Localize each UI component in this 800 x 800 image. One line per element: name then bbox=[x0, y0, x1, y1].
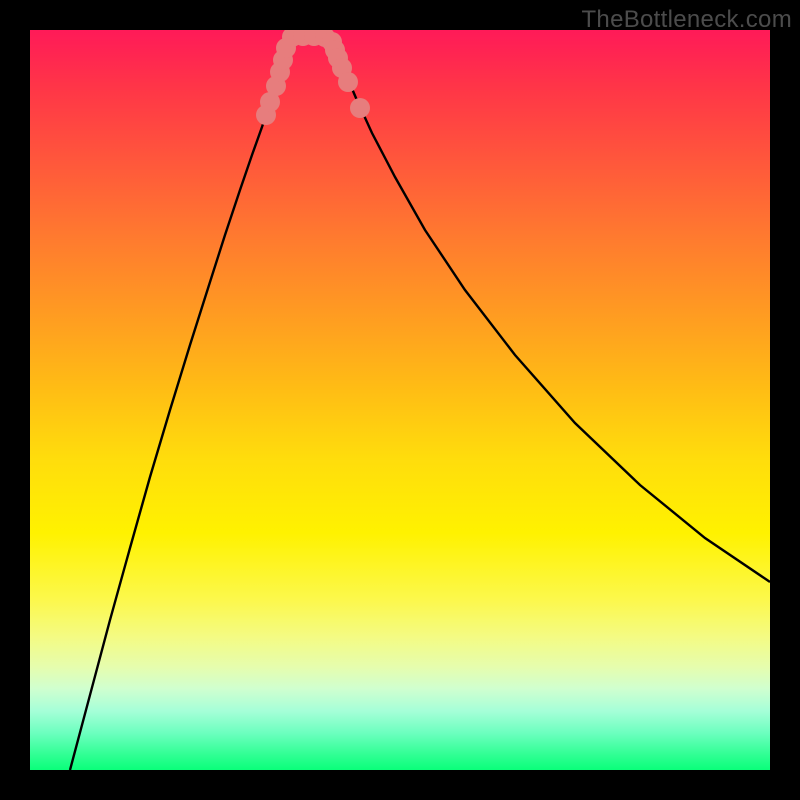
chart-svg bbox=[30, 30, 770, 770]
plot-area bbox=[30, 30, 770, 770]
data-marker bbox=[350, 98, 370, 118]
left-curve bbox=[70, 35, 294, 770]
chart-frame: TheBottleneck.com bbox=[0, 0, 800, 800]
left-marker-cluster bbox=[256, 38, 296, 125]
right-curve bbox=[330, 35, 770, 582]
data-marker bbox=[338, 72, 358, 92]
right-marker-cluster bbox=[322, 32, 370, 118]
watermark-text: TheBottleneck.com bbox=[581, 6, 792, 34]
